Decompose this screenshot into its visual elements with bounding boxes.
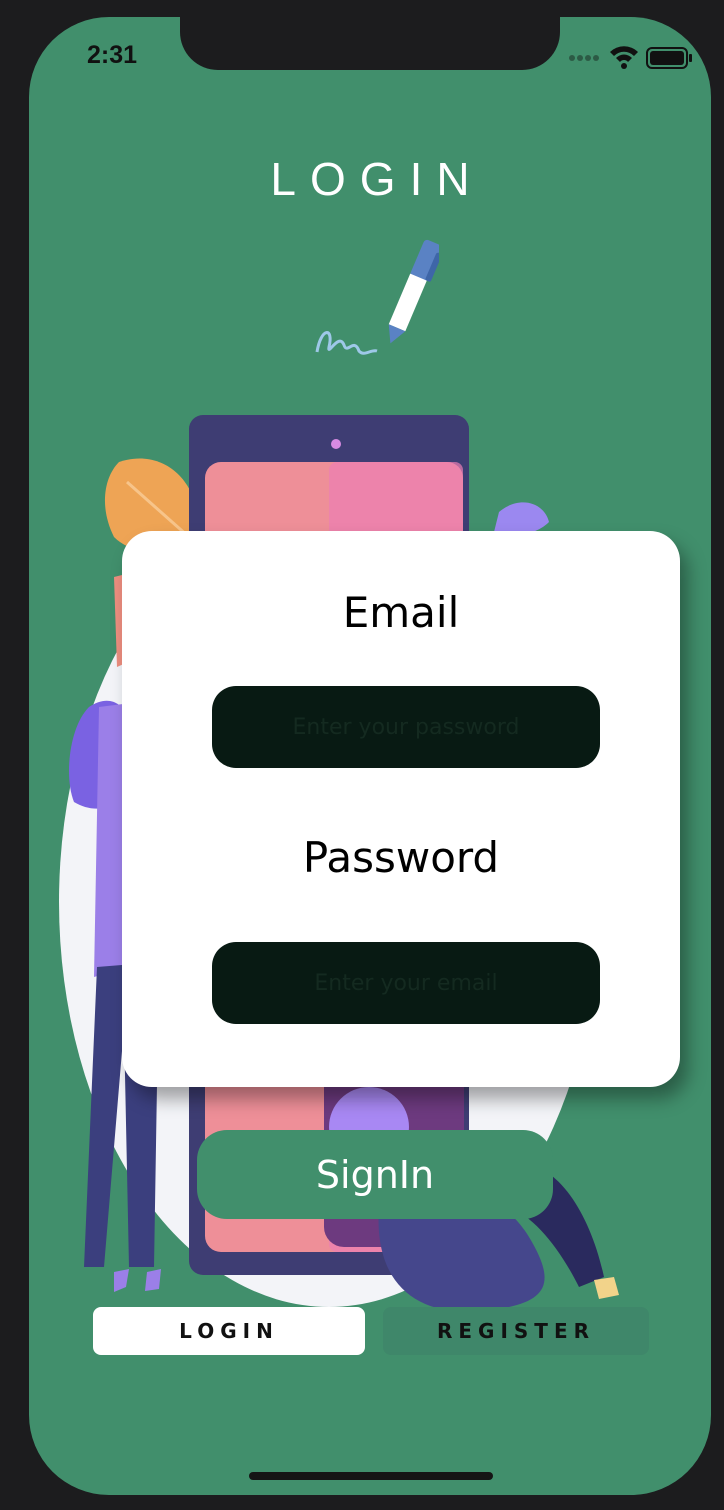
login-form-card: Email Password (122, 531, 680, 1087)
auth-tab-bar: LOGIN REGISTER (93, 1307, 649, 1355)
password-field[interactable] (212, 942, 600, 1024)
status-time: 2:31 (87, 41, 138, 69)
home-indicator[interactable] (249, 1472, 493, 1480)
signin-button[interactable]: SignIn (197, 1130, 553, 1219)
password-label: Password (302, 833, 500, 882)
status-icons (569, 46, 692, 69)
phone-screen: 2:31 LOGIN Email Password SignIn (29, 17, 711, 1495)
signal-icon (569, 55, 599, 61)
page-title: LOGIN (270, 153, 484, 205)
email-label: Email (342, 588, 460, 637)
wifi-icon (610, 46, 638, 69)
tab-register[interactable]: REGISTER (383, 1307, 649, 1355)
pen-signature-icon (315, 239, 439, 355)
battery-icon (646, 47, 692, 69)
tab-login[interactable]: LOGIN (93, 1307, 365, 1355)
email-field[interactable] (212, 686, 600, 768)
notch (180, 17, 560, 70)
